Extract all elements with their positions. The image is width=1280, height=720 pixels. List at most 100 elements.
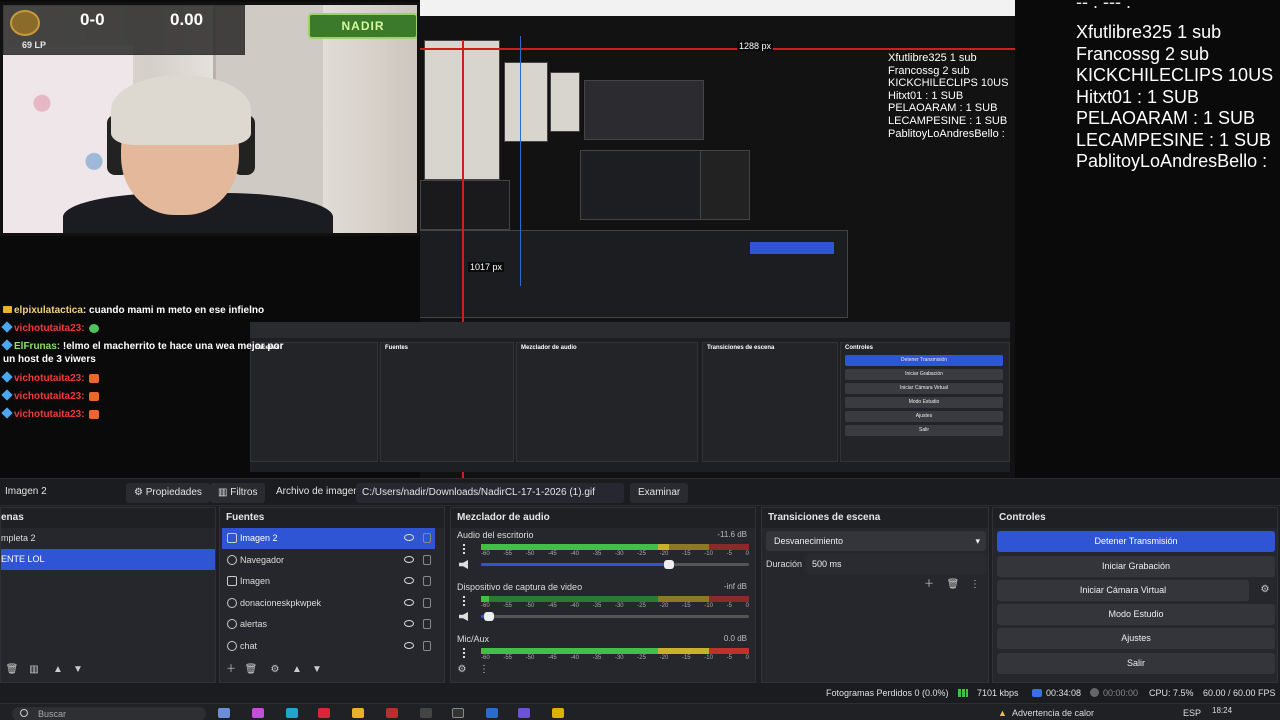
channel-menu-icon[interactable] bbox=[463, 596, 465, 606]
clock[interactable]: 18:24 bbox=[1212, 706, 1232, 715]
app-icon[interactable] bbox=[386, 708, 398, 718]
move-up-icon[interactable]: ▲ bbox=[290, 664, 304, 676]
volume-slider[interactable] bbox=[481, 612, 749, 621]
app-icon[interactable] bbox=[420, 708, 432, 718]
source-toolbar: Imagen 2 ⚙ Propiedades ▥ Filtros Archivo… bbox=[0, 478, 1280, 506]
sub-goal-list: -- . --- . Xfutlibre325 1 sub Francossg … bbox=[1076, 0, 1280, 180]
taskbar-search[interactable]: Buscar bbox=[12, 707, 206, 720]
store-icon[interactable] bbox=[486, 708, 498, 718]
visibility-eye-icon[interactable] bbox=[404, 620, 414, 627]
remove-transition-icon[interactable]: 🗑 bbox=[946, 579, 960, 591]
lock-icon[interactable] bbox=[423, 533, 431, 543]
properties-button[interactable]: ⚙ Propiedades bbox=[126, 483, 210, 503]
remove-scene-icon[interactable]: 🗑 bbox=[5, 664, 19, 676]
meter-tick-label: -45 bbox=[547, 551, 557, 557]
move-up-icon[interactable]: ▲ bbox=[51, 664, 65, 676]
mixer-settings-gear-icon[interactable]: ⚙ bbox=[455, 664, 469, 676]
duration-input[interactable]: 500 ms bbox=[806, 554, 986, 574]
browse-button[interactable]: Examinar bbox=[630, 483, 689, 503]
virtual-camera-gear-icon[interactable]: ⚙ bbox=[1258, 584, 1272, 596]
source-item[interactable]: Navegador bbox=[222, 550, 435, 571]
visibility-eye-icon[interactable] bbox=[404, 556, 414, 563]
scene-item[interactable]: mpleta 2 bbox=[1, 528, 215, 549]
source-item[interactable]: donacioneskpkwpek bbox=[222, 593, 435, 614]
lock-icon[interactable] bbox=[423, 576, 431, 586]
lock-icon[interactable] bbox=[423, 641, 431, 651]
emote-icon bbox=[88, 391, 99, 401]
meter-tick-label: -60 bbox=[481, 551, 490, 557]
fps: 60.00 / 60.00 FPS bbox=[1203, 688, 1276, 698]
sword-icon bbox=[1, 407, 13, 419]
mixer-menu-icon[interactable]: ⋮ bbox=[477, 664, 491, 676]
add-transition-icon[interactable]: ＋ bbox=[922, 579, 936, 591]
discord-icon[interactable] bbox=[518, 708, 530, 718]
mini-sub-item: KICKCHILECLIPS 10US bbox=[888, 77, 1009, 90]
file-explorer-icon[interactable] bbox=[352, 708, 364, 718]
heat-warning[interactable]: Advertencia de calor bbox=[1012, 708, 1094, 718]
sword-icon bbox=[1, 389, 13, 401]
source-item[interactable]: alertas bbox=[222, 614, 435, 635]
studio-mode-button[interactable]: Modo Estudio bbox=[997, 604, 1275, 625]
lock-icon[interactable] bbox=[423, 598, 431, 608]
speaker-icon[interactable] bbox=[459, 560, 468, 569]
source-settings-gear-icon[interactable]: ⚙ bbox=[268, 664, 282, 676]
chat-message: vichotutaita23: bbox=[1, 389, 99, 403]
mini-sub-item: LECAMPESINE : 1 SUB bbox=[888, 114, 1008, 127]
filter-icon: ▥ bbox=[218, 487, 231, 498]
chat-message: vichotutaita23: bbox=[1, 371, 99, 385]
sub-list-item: KICKCHILECLIPS 10US bbox=[1076, 65, 1274, 85]
guide-line-blue bbox=[520, 36, 521, 286]
volume-knob[interactable] bbox=[663, 560, 674, 569]
remove-source-icon[interactable]: 🗑 bbox=[244, 664, 258, 676]
task-view-icon[interactable] bbox=[218, 708, 230, 718]
scene-filter-icon[interactable]: ▥ bbox=[27, 664, 41, 676]
mini-sub-item: Hitxt01 : 1 SUB bbox=[888, 89, 964, 102]
move-down-icon[interactable]: ▼ bbox=[71, 664, 85, 676]
visibility-eye-icon[interactable] bbox=[404, 577, 414, 584]
channel-menu-icon[interactable] bbox=[463, 648, 465, 658]
visibility-eye-icon[interactable] bbox=[404, 642, 414, 649]
exit-button[interactable]: Salir bbox=[997, 653, 1275, 674]
meter-tick-label: -35 bbox=[592, 551, 602, 557]
start-virtual-camera-button[interactable]: Iniciar Cámara Virtual bbox=[997, 580, 1249, 601]
transition-menu-icon[interactable]: ⋮ bbox=[968, 579, 982, 591]
chat-message-cont: un host de 3 viwers bbox=[3, 354, 96, 365]
image-file-path-field[interactable]: C:/Users/nadir/Downloads/NadirCL-17-1-20… bbox=[356, 483, 624, 503]
meter-tick-label: -45 bbox=[547, 655, 557, 661]
volume-slider[interactable] bbox=[481, 560, 749, 569]
settings-button[interactable]: Ajustes bbox=[997, 628, 1275, 649]
start-recording-button[interactable]: Iniciar Grabación bbox=[997, 556, 1275, 577]
meter-tick-label: -5 bbox=[726, 603, 732, 609]
copilot-icon[interactable] bbox=[252, 708, 264, 718]
meter-tick-label: -55 bbox=[503, 603, 512, 609]
volume-knob[interactable] bbox=[484, 612, 495, 621]
move-down-icon[interactable]: ▼ bbox=[310, 664, 324, 676]
mini-sub-item: Xfutlibre325 1 sub bbox=[888, 52, 977, 64]
meter-tick-label: 0 bbox=[745, 655, 749, 661]
edge-icon[interactable] bbox=[286, 708, 298, 718]
transition-select[interactable]: Desvanecimiento ▾ bbox=[766, 531, 986, 551]
meter-tick-label: -10 bbox=[704, 603, 713, 609]
source-item[interactable]: chat bbox=[222, 636, 435, 657]
add-source-icon[interactable]: ＋ bbox=[224, 664, 238, 676]
obs-icon[interactable] bbox=[452, 708, 464, 718]
opera-icon[interactable] bbox=[318, 708, 330, 718]
obs-preview-canvas[interactable]: NADIR 69 LP 0-0 0.00 1288 px 1017 px Xfu… bbox=[0, 0, 1280, 478]
visibility-eye-icon[interactable] bbox=[404, 599, 414, 606]
browser-icon bbox=[227, 619, 237, 629]
app-icon[interactable] bbox=[552, 708, 564, 718]
language-indicator[interactable]: ESP bbox=[1183, 708, 1201, 718]
scene-item-selected[interactable]: ENTE LOL bbox=[1, 549, 215, 570]
stop-streaming-button[interactable]: Detener Transmisión bbox=[997, 531, 1275, 552]
speaker-icon[interactable] bbox=[459, 612, 468, 621]
lock-icon[interactable] bbox=[423, 555, 431, 565]
channel-db: -inf dB bbox=[723, 582, 747, 591]
emote-icon bbox=[88, 373, 99, 383]
source-item[interactable]: Imagen 2 bbox=[222, 528, 435, 549]
visibility-eye-icon[interactable] bbox=[404, 534, 414, 541]
filters-button[interactable]: ▥ Filtros bbox=[210, 483, 266, 503]
lock-icon[interactable] bbox=[423, 619, 431, 629]
meter-tick-label: -5 bbox=[726, 551, 732, 557]
source-item[interactable]: Imagen bbox=[222, 571, 435, 592]
channel-menu-icon[interactable] bbox=[463, 544, 465, 554]
